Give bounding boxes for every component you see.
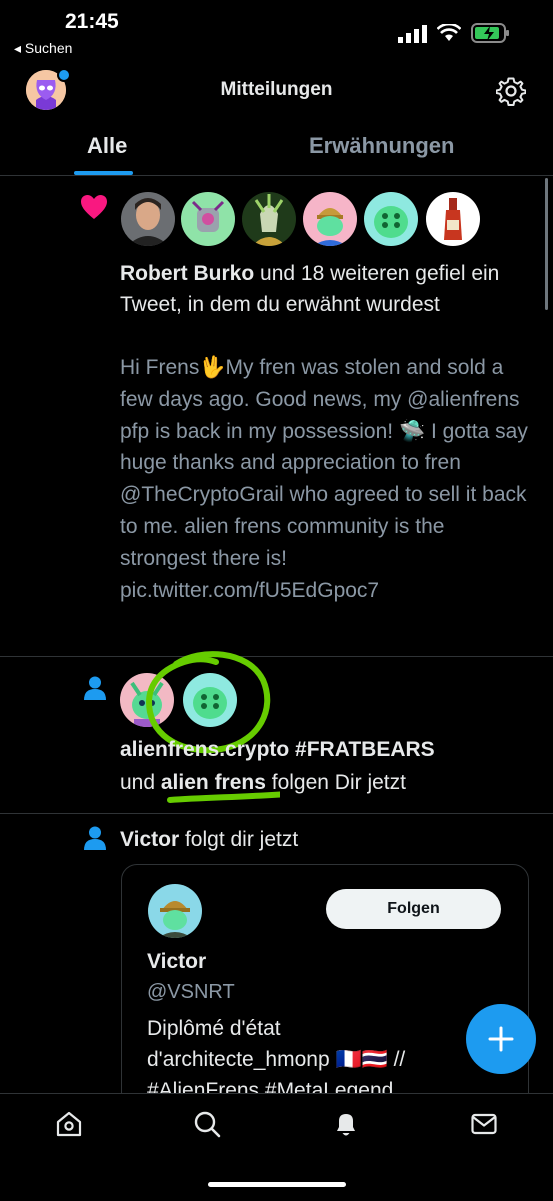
follow-summary: Victor folgt dir jetzt	[120, 828, 298, 852]
actor-name[interactable]: Robert Burko	[120, 262, 254, 285]
back-to-search[interactable]: ◂ Suchen	[14, 40, 72, 57]
status-time: 21:45	[65, 10, 119, 33]
avatar[interactable]	[364, 192, 418, 246]
cellular-signal-icon	[398, 25, 427, 43]
header-divider	[0, 175, 553, 176]
mail-icon[interactable]	[470, 1110, 498, 1138]
home-indicator[interactable]	[208, 1182, 346, 1187]
person-icon	[84, 826, 106, 850]
and-word: und	[120, 771, 161, 794]
follow-suffix: folgt dir jetzt	[179, 828, 299, 851]
tab-mentions[interactable]: Erwähnungen	[309, 133, 454, 159]
follow-summary: und alien frens folgen Dir jetzt	[120, 771, 406, 795]
follow-button[interactable]: Folgen	[326, 889, 501, 929]
card-handle[interactable]: @VSNRT	[147, 981, 235, 1004]
avatar[interactable]	[181, 192, 235, 246]
avatar[interactable]	[242, 192, 296, 246]
avatar[interactable]	[303, 192, 357, 246]
battery-charging-icon	[471, 23, 509, 43]
tweet-text[interactable]: Hi Frens🖖My fren was stolen and sold a f…	[120, 352, 530, 606]
card-name[interactable]: Victor	[147, 950, 206, 974]
actor-name[interactable]: alien frens	[161, 771, 266, 794]
avatar[interactable]	[148, 884, 202, 938]
avatar[interactable]	[121, 192, 175, 246]
notification-summary: Robert Burko und 18 weiteren gefiel ein …	[120, 258, 520, 320]
heart-icon	[81, 195, 107, 219]
page-title: Mitteilungen	[220, 79, 333, 100]
follow-suffix: folgen Dir jetzt	[265, 771, 406, 794]
follower-names[interactable]: alienfrens.crypto #FRATBEARS	[120, 738, 435, 762]
home-icon[interactable]	[55, 1110, 83, 1138]
wifi-icon	[437, 24, 461, 41]
compose-button[interactable]	[466, 1004, 536, 1074]
actor-name[interactable]: Victor	[120, 828, 179, 851]
scrollbar[interactable]	[545, 178, 548, 310]
compose-plus-icon	[488, 1026, 514, 1052]
person-icon	[84, 676, 106, 700]
search-icon[interactable]	[193, 1110, 221, 1138]
divider	[0, 813, 553, 814]
avatar[interactable]	[426, 192, 480, 246]
gear-icon[interactable]	[496, 76, 526, 106]
bell-icon[interactable]	[332, 1110, 360, 1138]
tab-all[interactable]: Alle	[87, 133, 127, 159]
